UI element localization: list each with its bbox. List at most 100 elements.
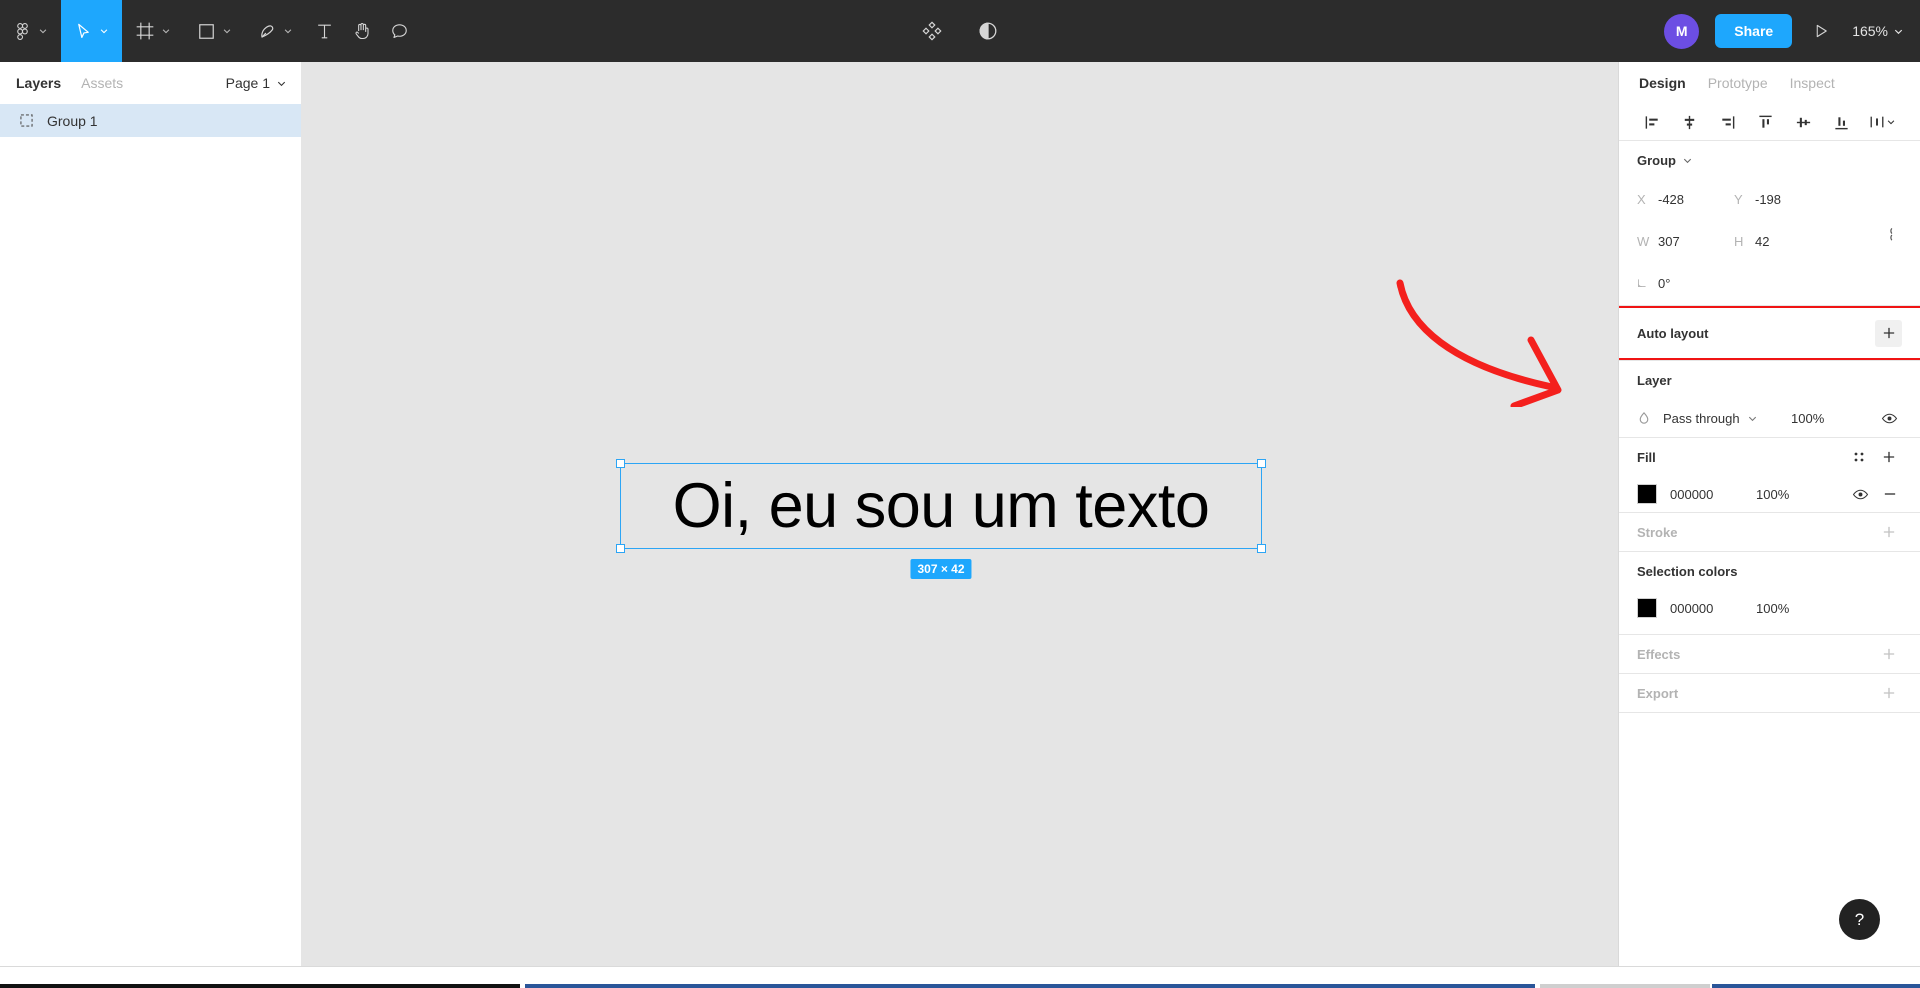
bottom-strip-end-segment <box>1712 984 1920 988</box>
hand-tool-button[interactable] <box>343 0 381 62</box>
add-export-button[interactable] <box>1875 680 1902 707</box>
left-sidebar: Layers Assets Page 1 Group 1 <box>0 62 302 966</box>
comment-tool-button[interactable] <box>381 0 418 62</box>
position-row: X Y <box>1637 179 1902 221</box>
contrast-icon[interactable] <box>977 20 999 42</box>
layer-visibility-eye-icon[interactable] <box>1877 406 1902 431</box>
layer-item-group-1[interactable]: Group 1 <box>0 104 301 137</box>
height-input[interactable] <box>1755 233 1817 249</box>
auto-layout-label: Auto layout <box>1637 325 1709 341</box>
left-panel-tabs: Layers Assets Page 1 <box>0 62 301 104</box>
page-selector[interactable]: Page 1 <box>226 75 287 91</box>
resize-handle-top-left[interactable] <box>616 459 625 468</box>
add-fill-button[interactable] <box>1875 444 1902 471</box>
align-left-icon[interactable] <box>1637 108 1667 136</box>
x-label: X <box>1637 191 1646 207</box>
avatar[interactable]: M <box>1664 13 1700 49</box>
layer-header: Layer <box>1637 361 1902 399</box>
text-tool-icon <box>315 22 334 41</box>
pen-tool-icon <box>258 22 277 41</box>
blend-mode-value: Pass through <box>1663 410 1740 426</box>
text-tool-button[interactable] <box>306 0 343 62</box>
y-field-group: Y <box>1734 179 1831 219</box>
selection-color-row: 100% <box>1637 590 1902 626</box>
align-right-icon[interactable] <box>1713 108 1743 136</box>
align-top-icon[interactable] <box>1750 108 1780 136</box>
move-tool-button[interactable] <box>61 0 122 62</box>
chevron-down-icon <box>276 78 287 89</box>
w-label: W <box>1637 233 1650 249</box>
zoom-level-dropdown[interactable]: 165% <box>1850 19 1906 43</box>
avatar-initial: M <box>1675 23 1688 39</box>
add-effect-button[interactable] <box>1875 641 1902 668</box>
frame-tool-icon <box>135 21 155 41</box>
resize-handle-top-right[interactable] <box>1257 459 1266 468</box>
figma-menu-button[interactable] <box>0 0 61 62</box>
components-icon[interactable] <box>921 20 943 42</box>
selection-color-hex-input[interactable] <box>1670 600 1756 616</box>
remove-fill-button[interactable] <box>1877 482 1902 507</box>
canvas-area[interactable]: Oi, eu sou um texto 307 × 42 <box>302 62 1618 966</box>
group-icon <box>20 114 33 127</box>
blend-mode-dropdown[interactable]: Pass through <box>1663 411 1791 426</box>
align-vertical-center-icon[interactable] <box>1788 108 1818 136</box>
resize-handle-bottom-left[interactable] <box>616 544 625 553</box>
w-field-group: W <box>1637 221 1734 261</box>
align-bottom-icon[interactable] <box>1826 108 1856 136</box>
top-toolbar: M Share 165% <box>0 0 1920 62</box>
selection-properties-section: Group X Y W <box>1619 141 1920 305</box>
chevron-down-icon <box>1682 155 1693 166</box>
selection-color-swatch[interactable] <box>1637 598 1657 618</box>
zoom-level-value: 165% <box>1852 23 1888 39</box>
chevron-down-icon <box>1893 26 1904 37</box>
right-panel-tabs: Design Prototype Inspect <box>1619 62 1920 104</box>
fill-opacity-value[interactable]: 100% <box>1756 487 1820 502</box>
y-label: Y <box>1734 191 1743 207</box>
add-auto-layout-button[interactable] <box>1875 319 1902 347</box>
h-label: H <box>1734 233 1744 249</box>
fill-styles-icon[interactable] <box>1846 445 1871 470</box>
page-selector-label: Page 1 <box>225 75 270 91</box>
tab-design[interactable]: Design <box>1639 75 1686 91</box>
add-stroke-button[interactable] <box>1875 519 1902 546</box>
constrain-proportions-icon[interactable] <box>1876 221 1902 247</box>
layer-section: Layer Pass through 100% <box>1619 361 1920 437</box>
export-section: Export <box>1619 674 1920 712</box>
selection-colors-title: Selection colors <box>1637 563 1738 579</box>
present-play-icon[interactable] <box>1808 18 1834 44</box>
resize-handle-bottom-right[interactable] <box>1257 544 1266 553</box>
x-input[interactable] <box>1658 191 1720 207</box>
selection-type-dropdown[interactable]: Group <box>1637 153 1693 168</box>
tab-assets[interactable]: Assets <box>81 75 123 91</box>
tab-prototype[interactable]: Prototype <box>1708 75 1768 91</box>
pen-tool-button[interactable] <box>245 0 306 62</box>
shape-tool-button[interactable] <box>184 0 245 62</box>
rotation-icon <box>1637 277 1647 289</box>
fill-color-swatch[interactable] <box>1637 484 1657 504</box>
layer-opacity-value[interactable]: 100% <box>1791 411 1841 426</box>
fill-hex-input[interactable] <box>1670 486 1756 502</box>
chevron-down-icon <box>38 26 48 36</box>
share-button[interactable]: Share <box>1715 14 1793 48</box>
chevron-down-icon <box>1747 413 1758 424</box>
stroke-section: Stroke <box>1619 513 1920 551</box>
align-horizontal-center-icon[interactable] <box>1675 108 1705 136</box>
fill-visibility-eye-icon[interactable] <box>1848 482 1873 507</box>
bottom-strip-blue-segment <box>525 984 1535 988</box>
figma-app-window: M Share 165% Layers Assets Page 1 Group … <box>0 0 1920 988</box>
selected-text-element[interactable]: Oi, eu sou um texto 307 × 42 <box>616 459 1266 579</box>
fill-header: Fill <box>1637 438 1902 476</box>
selection-color-opacity-value[interactable]: 100% <box>1756 601 1820 616</box>
frame-tool-button[interactable] <box>122 0 184 62</box>
y-input[interactable] <box>1755 191 1817 207</box>
toolbar-right-actions: M Share 165% <box>1664 0 1906 62</box>
layer-title: Layer <box>1637 372 1672 388</box>
fill-title: Fill <box>1637 449 1656 465</box>
rotation-input[interactable] <box>1658 275 1720 291</box>
tab-inspect[interactable]: Inspect <box>1790 75 1835 91</box>
width-input[interactable] <box>1658 233 1720 249</box>
distribute-icon[interactable] <box>1864 108 1902 136</box>
help-button[interactable]: ? <box>1839 899 1880 940</box>
size-row: W H <box>1637 221 1902 263</box>
tab-layers[interactable]: Layers <box>16 75 61 91</box>
